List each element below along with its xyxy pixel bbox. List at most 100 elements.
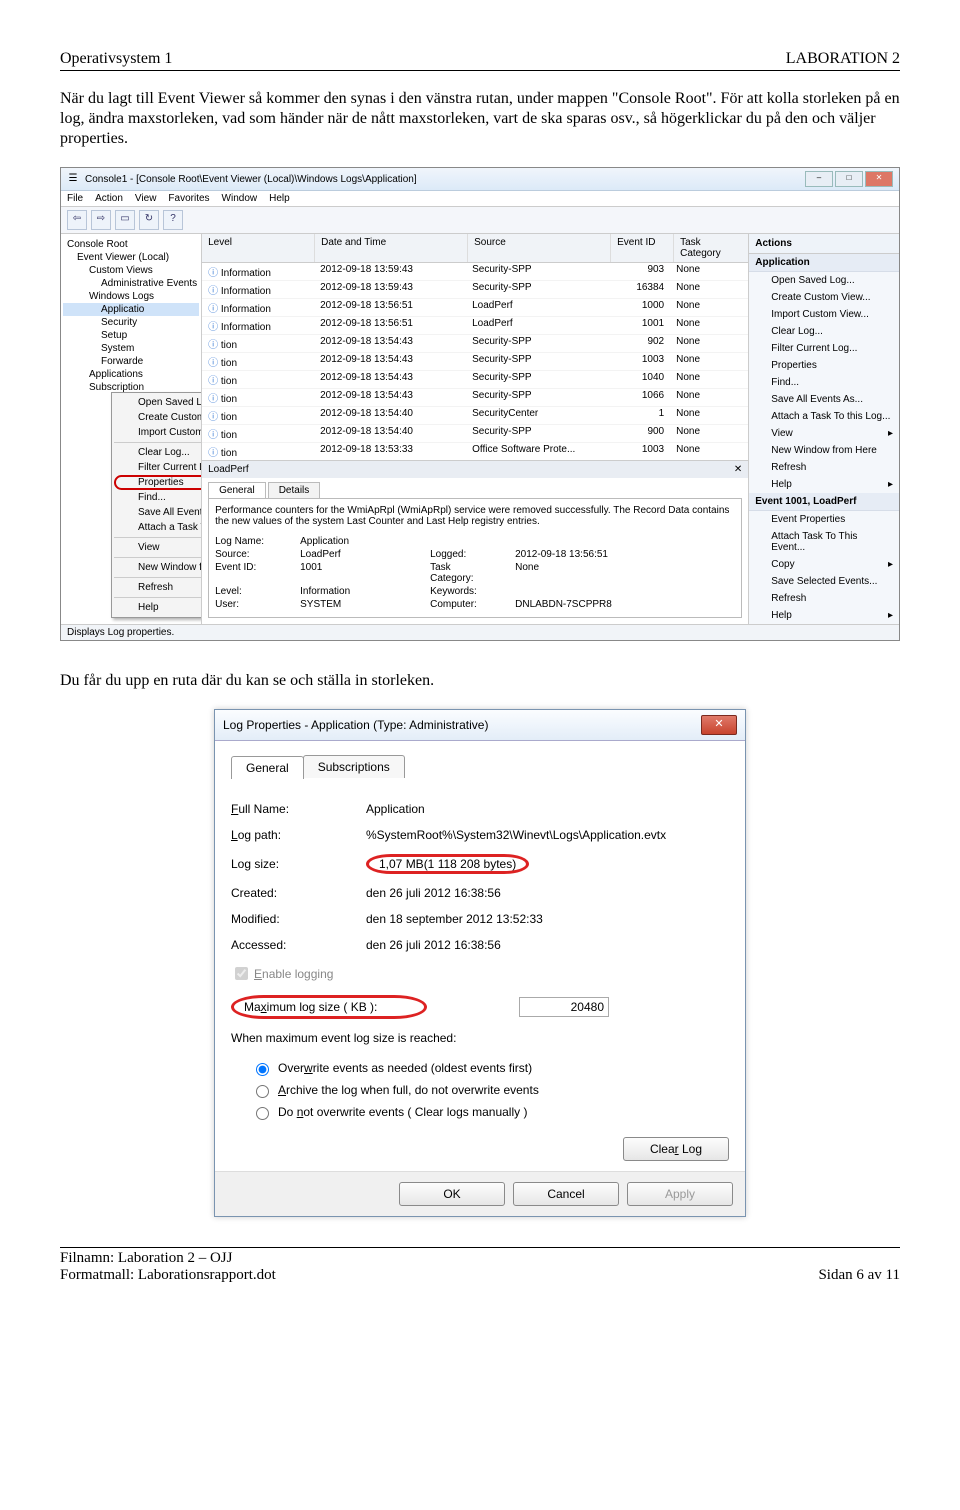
col-level[interactable]: Level — [202, 234, 315, 262]
action-item[interactable]: Open Saved Log... — [749, 272, 899, 289]
event-row[interactable]: tion2012-09-18 13:54:40Security-SPP900No… — [202, 425, 748, 443]
forward-icon[interactable]: ⇨ — [91, 210, 111, 230]
apply-button[interactable]: Apply — [627, 1182, 733, 1206]
created-label: Created: — [231, 886, 366, 900]
action-item[interactable]: Import Custom View... — [749, 306, 899, 323]
menu-help[interactable]: Help — [269, 193, 290, 204]
help-icon[interactable]: ? — [163, 210, 183, 230]
action-item[interactable]: Refresh — [749, 459, 899, 476]
radio-donot[interactable] — [256, 1107, 269, 1120]
menu-file[interactable]: File — [67, 193, 83, 204]
action-item[interactable]: Save All Events As... — [749, 391, 899, 408]
event-row[interactable]: tion2012-09-18 13:54:43Security-SPP1040N… — [202, 371, 748, 389]
radio-overwrite[interactable] — [256, 1063, 269, 1076]
menu-view[interactable]: View — [135, 193, 157, 204]
action-item[interactable]: Filter Current Log... — [749, 340, 899, 357]
tree-pane: Console RootEvent Viewer (Local)Custom V… — [61, 234, 202, 624]
action-item[interactable]: Save Selected Events... — [749, 573, 899, 590]
tab-details[interactable]: Details — [268, 482, 321, 498]
det-logged-v: 2012-09-18 13:56:51 — [515, 549, 625, 560]
toolbar-btn[interactable]: ▭ — [115, 210, 135, 230]
full-name-label[interactable]: FFull Name:ull Name: — [231, 802, 366, 816]
ok-button[interactable]: OK — [399, 1182, 505, 1206]
event-row[interactable]: Information2012-09-18 13:59:43Security-S… — [202, 263, 748, 281]
col-category[interactable]: Task Category — [674, 234, 748, 262]
tab-general[interactable]: General — [208, 482, 266, 498]
menu-action[interactable]: Action — [95, 193, 123, 204]
menu-window[interactable]: Window — [222, 193, 258, 204]
ctx-save-all-events-as-[interactable]: Save All Events As... — [114, 505, 202, 520]
action-item[interactable]: Help▸ — [749, 607, 899, 624]
actions-pane: Actions Application Open Saved Log...Cre… — [749, 234, 899, 624]
event-row[interactable]: tion2012-09-18 13:54:40SecurityCenter1No… — [202, 407, 748, 425]
col-date[interactable]: Date and Time — [315, 234, 468, 262]
minimize-button[interactable]: – — [805, 171, 833, 187]
header-left: Operativsystem 1 — [60, 50, 172, 68]
event-row[interactable]: Information2012-09-18 13:59:43Security-S… — [202, 281, 748, 299]
action-item[interactable]: Attach a Task To this Log... — [749, 408, 899, 425]
tree-item[interactable]: Custom Views — [63, 264, 199, 277]
action-item[interactable]: Create Custom View... — [749, 289, 899, 306]
ctx-find-[interactable]: Find... — [114, 490, 202, 505]
back-icon[interactable]: ⇦ — [67, 210, 87, 230]
col-source[interactable]: Source — [468, 234, 611, 262]
det-source-v: LoadPerf — [300, 549, 410, 560]
log-size-value: 1,07 MB(1 118 208 bytes) — [366, 854, 529, 874]
max-size-input[interactable] — [519, 997, 609, 1017]
action-item[interactable]: Copy▸ — [749, 556, 899, 573]
ctx-help[interactable]: Help▸ — [114, 600, 202, 615]
det-logname-k: Log Name: — [215, 536, 280, 547]
dlg-tab-subscriptions[interactable]: Subscriptions — [303, 755, 405, 778]
ctx-open-saved-log-[interactable]: Open Saved Log... — [114, 395, 202, 410]
tree-item[interactable]: Forwarde — [63, 355, 199, 368]
tree-item[interactable]: Setup — [63, 329, 199, 342]
ctx-clear-log-[interactable]: Clear Log... — [114, 445, 202, 460]
ctx-create-custom-view-[interactable]: Create Custom View... — [114, 410, 202, 425]
action-item[interactable]: Properties — [749, 357, 899, 374]
action-item[interactable]: New Window from Here — [749, 442, 899, 459]
refresh-icon[interactable]: ↻ — [139, 210, 159, 230]
det-cat-k: Task Category: — [430, 562, 495, 584]
ctx-filter-current-log-[interactable]: Filter Current Log... — [114, 460, 202, 475]
action-item[interactable]: Find... — [749, 374, 899, 391]
tree-item[interactable]: System — [63, 342, 199, 355]
tree-item[interactable]: Windows Logs — [63, 290, 199, 303]
col-eventid[interactable]: Event ID — [611, 234, 674, 262]
ctx-attach-a-task-to-this-log-[interactable]: Attach a Task To this Log... — [114, 520, 202, 535]
ctx-view[interactable]: View▸ — [114, 540, 202, 555]
event-row[interactable]: tion2012-09-18 13:54:43Security-SPP902No… — [202, 335, 748, 353]
tree-item[interactable]: Applications — [63, 368, 199, 381]
action-item[interactable]: Attach Task To This Event... — [749, 528, 899, 556]
event-row[interactable]: tion2012-09-18 13:54:43Security-SPP1003N… — [202, 353, 748, 371]
event-row[interactable]: tion2012-09-18 13:53:33Office Software P… — [202, 443, 748, 460]
action-item[interactable]: Refresh — [749, 590, 899, 607]
tree-item[interactable]: Administrative Events — [63, 277, 199, 290]
action-item[interactable]: Clear Log... — [749, 323, 899, 340]
tree-item[interactable]: Event Viewer (Local) — [63, 251, 199, 264]
ctx-new-window-from-here[interactable]: New Window from Here — [114, 560, 202, 575]
menu-favorites[interactable]: Favorites — [168, 193, 209, 204]
maximize-button[interactable]: □ — [835, 171, 863, 187]
tree-item[interactable]: Security — [63, 316, 199, 329]
action-item[interactable]: View▸ — [749, 425, 899, 442]
enable-logging-checkbox[interactable] — [235, 967, 248, 980]
dlg-tab-general[interactable]: General — [231, 756, 304, 779]
log-path-label[interactable]: Log path: — [231, 828, 366, 842]
action-item[interactable]: Event Properties — [749, 511, 899, 528]
tree-item[interactable]: Applicatio — [63, 303, 199, 316]
event-row[interactable]: Information2012-09-18 13:56:51LoadPerf10… — [202, 299, 748, 317]
ctx-properties[interactable]: Properties — [114, 475, 202, 490]
action-item[interactable]: Help▸ — [749, 476, 899, 493]
clear-log-button[interactable]: Clear Log — [623, 1137, 729, 1161]
tree-item[interactable]: Console Root — [63, 238, 199, 251]
det-eid-v: 1001 — [300, 562, 410, 584]
dialog-close-icon[interactable]: ✕ — [701, 715, 737, 735]
ctx-refresh[interactable]: Refresh — [114, 580, 202, 595]
cancel-button[interactable]: Cancel — [513, 1182, 619, 1206]
event-row[interactable]: tion2012-09-18 13:54:43Security-SPP1066N… — [202, 389, 748, 407]
close-button[interactable]: ✕ — [865, 171, 893, 187]
details-close-icon[interactable]: ✕ — [734, 464, 742, 475]
radio-archive[interactable] — [256, 1085, 269, 1098]
ctx-import-custom-view-[interactable]: Import Custom View... — [114, 425, 202, 440]
event-row[interactable]: Information2012-09-18 13:56:51LoadPerf10… — [202, 317, 748, 335]
